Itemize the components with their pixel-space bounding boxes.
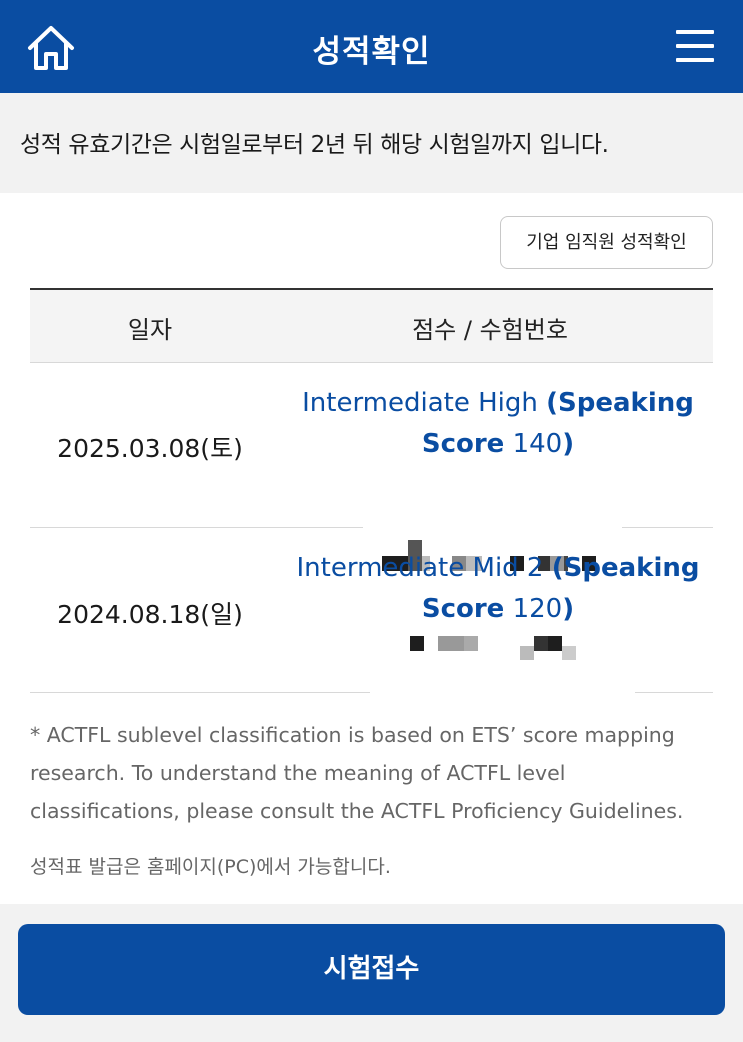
score-label: Score — [421, 429, 505, 459]
redacted-exam-number — [410, 636, 610, 660]
table-row: 2025.03.08(토) Intermediate High (Speakin… — [30, 363, 713, 571]
column-header-date: 일자 — [127, 316, 173, 344]
score-close: ) — [562, 594, 575, 624]
speaking-label: (Speaking — [551, 553, 700, 583]
score-result-link[interactable]: Intermediate High (Speaking Score 140) — [270, 383, 726, 465]
validity-notice-text: 성적 유효기간은 시험일로부터 2년 뒤 해당 시험일까지 입니다. — [20, 132, 609, 158]
score-table: 일자 점수 / 수험번호 2025.03.08(토) Intermediate … — [30, 288, 713, 693]
score-close: ) — [562, 429, 575, 459]
validity-notice: 성적 유효기간은 시험일로부터 2년 뒤 해당 시험일까지 입니다. — [0, 93, 743, 193]
actfl-footnote: * ACTFL sublevel classification is based… — [30, 723, 684, 823]
score-value: 140 — [512, 429, 563, 459]
score-result-link[interactable]: Intermediate Mid 2 (Speaking Score 120) — [270, 548, 726, 630]
issuance-note: 성적표 발급은 홈페이지(PC)에서 가능합니다. — [30, 856, 391, 878]
test-date: 2025.03.08(토) — [57, 434, 243, 463]
hamburger-menu-icon[interactable] — [674, 28, 718, 68]
score-level: Intermediate Mid 2 — [296, 553, 544, 583]
speaking-label: (Speaking — [546, 388, 694, 418]
score-value: 120 — [512, 594, 563, 624]
test-date: 2024.08.18(일) — [57, 600, 243, 629]
app-header: 성적확인 — [0, 0, 743, 93]
column-header-score: 점수 / 수험번호 — [412, 316, 568, 344]
score-level: Intermediate High — [302, 388, 538, 418]
table-header: 일자 점수 / 수험번호 — [30, 288, 713, 363]
corporate-score-check-button[interactable]: 기업 임직원 성적확인 — [500, 216, 713, 269]
apply-exam-button[interactable]: 시험접수 — [18, 924, 725, 1015]
page-title: 성적확인 — [312, 34, 431, 70]
table-row: 2024.08.18(일) Intermediate Mid 2 (Speaki… — [30, 528, 713, 693]
score-label: Score — [421, 594, 505, 624]
